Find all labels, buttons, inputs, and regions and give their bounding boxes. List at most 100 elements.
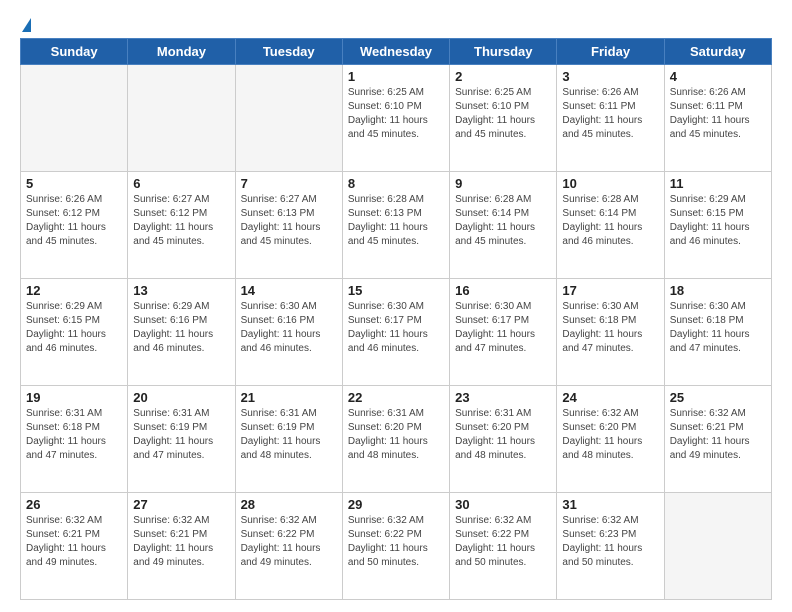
- day-cell: 18 Sunrise: 6:30 AM Sunset: 6:18 PM Dayli…: [664, 279, 771, 386]
- logo-triangle-icon: [22, 18, 31, 32]
- page: SundayMondayTuesdayWednesdayThursdayFrid…: [0, 0, 792, 612]
- day-number: 9: [455, 176, 551, 191]
- week-row-1: 5 Sunrise: 6:26 AM Sunset: 6:12 PM Daylig…: [21, 172, 772, 279]
- day-cell: 23 Sunrise: 6:31 AM Sunset: 6:20 PM Dayli…: [450, 386, 557, 493]
- day-info: Sunrise: 6:28 AM Sunset: 6:14 PM Dayligh…: [455, 193, 551, 249]
- weekday-header-row: SundayMondayTuesdayWednesdayThursdayFrid…: [21, 39, 772, 65]
- day-cell: 31 Sunrise: 6:32 AM Sunset: 6:23 PM Dayli…: [557, 493, 664, 600]
- day-info: Sunrise: 6:26 AM Sunset: 6:11 PM Dayligh…: [670, 86, 766, 142]
- day-number: 14: [241, 283, 337, 298]
- day-info: Sunrise: 6:32 AM Sunset: 6:21 PM Dayligh…: [670, 407, 766, 463]
- day-cell: 6 Sunrise: 6:27 AM Sunset: 6:12 PM Daylig…: [128, 172, 235, 279]
- day-info: Sunrise: 6:31 AM Sunset: 6:18 PM Dayligh…: [26, 407, 122, 463]
- day-cell: 17Sunrise: 6:30 AM Sunset: 6:18 PM Dayli…: [557, 279, 664, 386]
- day-cell: 24Sunrise: 6:32 AM Sunset: 6:20 PM Dayli…: [557, 386, 664, 493]
- weekday-header-tuesday: Tuesday: [235, 39, 342, 65]
- day-info: Sunrise: 6:28 AM Sunset: 6:14 PM Dayligh…: [562, 193, 658, 249]
- day-info: Sunrise: 6:31 AM Sunset: 6:20 PM Dayligh…: [455, 407, 551, 463]
- day-info: Sunrise: 6:29 AM Sunset: 6:15 PM Dayligh…: [670, 193, 766, 249]
- day-cell: 1 Sunrise: 6:25 AM Sunset: 6:10 PM Daylig…: [342, 65, 449, 172]
- day-cell: 30 Sunrise: 6:32 AM Sunset: 6:22 PM Dayli…: [450, 493, 557, 600]
- day-info: Sunrise: 6:27 AM Sunset: 6:12 PM Dayligh…: [133, 193, 229, 249]
- day-cell: [21, 65, 128, 172]
- day-info: Sunrise: 6:30 AM Sunset: 6:18 PM Dayligh…: [670, 300, 766, 356]
- weekday-header-friday: Friday: [557, 39, 664, 65]
- day-info: Sunrise: 6:30 AM Sunset: 6:16 PM Dayligh…: [241, 300, 337, 356]
- day-cell: 5 Sunrise: 6:26 AM Sunset: 6:12 PM Daylig…: [21, 172, 128, 279]
- day-info: Sunrise: 6:26 AM Sunset: 6:11 PM Dayligh…: [562, 86, 658, 142]
- day-number: 12: [26, 283, 122, 298]
- day-cell: 13 Sunrise: 6:29 AM Sunset: 6:16 PM Dayli…: [128, 279, 235, 386]
- week-row-0: 1 Sunrise: 6:25 AM Sunset: 6:10 PM Daylig…: [21, 65, 772, 172]
- day-number: 23: [455, 390, 551, 405]
- day-cell: 7Sunrise: 6:27 AM Sunset: 6:13 PM Daylig…: [235, 172, 342, 279]
- day-info: Sunrise: 6:29 AM Sunset: 6:15 PM Dayligh…: [26, 300, 122, 356]
- day-info: Sunrise: 6:32 AM Sunset: 6:22 PM Dayligh…: [241, 514, 337, 570]
- day-number: 27: [133, 497, 229, 512]
- day-cell: 22 Sunrise: 6:31 AM Sunset: 6:20 PM Dayli…: [342, 386, 449, 493]
- day-info: Sunrise: 6:25 AM Sunset: 6:10 PM Dayligh…: [455, 86, 551, 142]
- day-info: Sunrise: 6:30 AM Sunset: 6:17 PM Dayligh…: [348, 300, 444, 356]
- day-cell: 20 Sunrise: 6:31 AM Sunset: 6:19 PM Dayli…: [128, 386, 235, 493]
- day-info: Sunrise: 6:32 AM Sunset: 6:22 PM Dayligh…: [348, 514, 444, 570]
- day-number: 7: [241, 176, 337, 191]
- day-info: Sunrise: 6:30 AM Sunset: 6:17 PM Dayligh…: [455, 300, 551, 356]
- calendar-table: SundayMondayTuesdayWednesdayThursdayFrid…: [20, 38, 772, 600]
- day-number: 15: [348, 283, 444, 298]
- day-cell: 10 Sunrise: 6:28 AM Sunset: 6:14 PM Dayli…: [557, 172, 664, 279]
- week-row-4: 26Sunrise: 6:32 AM Sunset: 6:21 PM Dayli…: [21, 493, 772, 600]
- weekday-header-wednesday: Wednesday: [342, 39, 449, 65]
- day-number: 5: [26, 176, 122, 191]
- day-number: 4: [670, 69, 766, 84]
- day-number: 1: [348, 69, 444, 84]
- day-info: Sunrise: 6:31 AM Sunset: 6:19 PM Dayligh…: [133, 407, 229, 463]
- day-number: 30: [455, 497, 551, 512]
- day-number: 19: [26, 390, 122, 405]
- day-number: 8: [348, 176, 444, 191]
- day-number: 11: [670, 176, 766, 191]
- day-cell: 14 Sunrise: 6:30 AM Sunset: 6:16 PM Dayli…: [235, 279, 342, 386]
- day-info: Sunrise: 6:31 AM Sunset: 6:20 PM Dayligh…: [348, 407, 444, 463]
- weekday-header-thursday: Thursday: [450, 39, 557, 65]
- day-number: 10: [562, 176, 658, 191]
- day-cell: 29 Sunrise: 6:32 AM Sunset: 6:22 PM Dayli…: [342, 493, 449, 600]
- day-info: Sunrise: 6:26 AM Sunset: 6:12 PM Dayligh…: [26, 193, 122, 249]
- day-number: 20: [133, 390, 229, 405]
- week-row-2: 12 Sunrise: 6:29 AM Sunset: 6:15 PM Dayli…: [21, 279, 772, 386]
- day-cell: 4 Sunrise: 6:26 AM Sunset: 6:11 PM Daylig…: [664, 65, 771, 172]
- day-number: 17: [562, 283, 658, 298]
- weekday-header-monday: Monday: [128, 39, 235, 65]
- day-number: 2: [455, 69, 551, 84]
- day-cell: 9 Sunrise: 6:28 AM Sunset: 6:14 PM Daylig…: [450, 172, 557, 279]
- day-cell: 27Sunrise: 6:32 AM Sunset: 6:21 PM Dayli…: [128, 493, 235, 600]
- day-number: 22: [348, 390, 444, 405]
- day-number: 3: [562, 69, 658, 84]
- day-number: 26: [26, 497, 122, 512]
- day-number: 6: [133, 176, 229, 191]
- weekday-header-sunday: Sunday: [21, 39, 128, 65]
- day-number: 18: [670, 283, 766, 298]
- day-info: Sunrise: 6:29 AM Sunset: 6:16 PM Dayligh…: [133, 300, 229, 356]
- day-info: Sunrise: 6:32 AM Sunset: 6:22 PM Dayligh…: [455, 514, 551, 570]
- day-cell: 19 Sunrise: 6:31 AM Sunset: 6:18 PM Dayli…: [21, 386, 128, 493]
- day-cell: [235, 65, 342, 172]
- day-cell: [128, 65, 235, 172]
- day-cell: 2 Sunrise: 6:25 AM Sunset: 6:10 PM Daylig…: [450, 65, 557, 172]
- header: [20, 18, 772, 28]
- day-number: 25: [670, 390, 766, 405]
- day-info: Sunrise: 6:31 AM Sunset: 6:19 PM Dayligh…: [241, 407, 337, 463]
- day-info: Sunrise: 6:32 AM Sunset: 6:23 PM Dayligh…: [562, 514, 658, 570]
- day-cell: 12 Sunrise: 6:29 AM Sunset: 6:15 PM Dayli…: [21, 279, 128, 386]
- day-cell: 21Sunrise: 6:31 AM Sunset: 6:19 PM Dayli…: [235, 386, 342, 493]
- day-cell: 11 Sunrise: 6:29 AM Sunset: 6:15 PM Dayli…: [664, 172, 771, 279]
- day-number: 13: [133, 283, 229, 298]
- day-number: 29: [348, 497, 444, 512]
- week-row-3: 19 Sunrise: 6:31 AM Sunset: 6:18 PM Dayli…: [21, 386, 772, 493]
- day-number: 31: [562, 497, 658, 512]
- day-info: Sunrise: 6:25 AM Sunset: 6:10 PM Dayligh…: [348, 86, 444, 142]
- day-cell: [664, 493, 771, 600]
- logo: [20, 18, 31, 28]
- day-cell: 15 Sunrise: 6:30 AM Sunset: 6:17 PM Dayli…: [342, 279, 449, 386]
- day-info: Sunrise: 6:28 AM Sunset: 6:13 PM Dayligh…: [348, 193, 444, 249]
- weekday-header-saturday: Saturday: [664, 39, 771, 65]
